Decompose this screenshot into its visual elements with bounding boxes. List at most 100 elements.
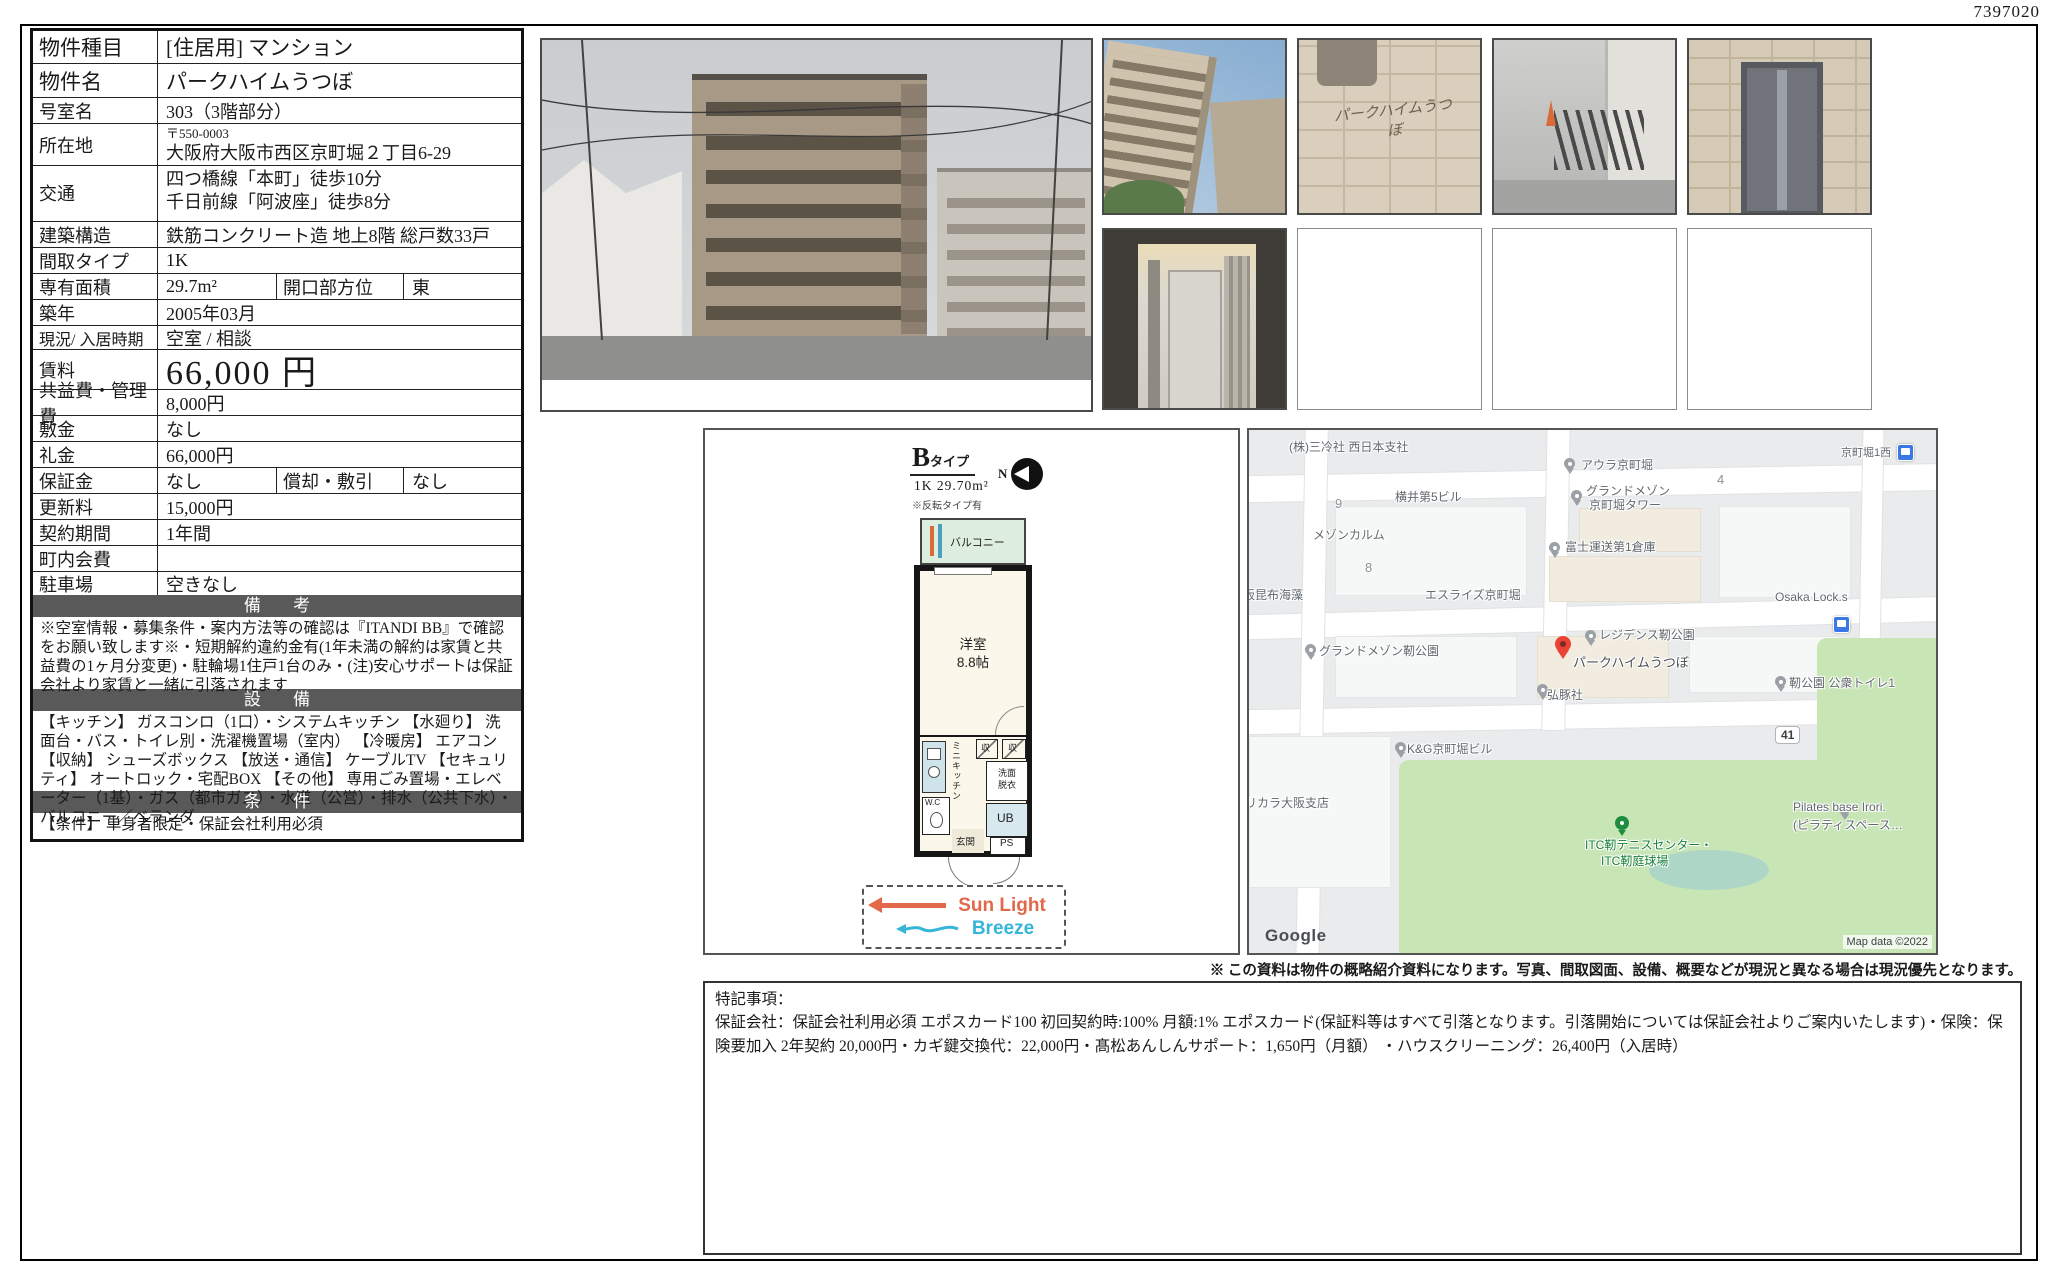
equipment-text: 【キッチン】 ガスコンロ（1口）・システムキッチン 【水廻り】 洗面台・バス・ト… [33,711,521,791]
closet-label: 収 [1008,741,1017,754]
row-label: 号室名 [33,98,158,123]
sunlight-breeze-legend: Sun Light Breeze [862,885,1066,949]
row-label: 敷金 [33,416,158,441]
row-value: 29.7m² [158,274,276,299]
map-block-number: 8 [1365,560,1372,575]
row-value: なし [158,468,276,493]
map-label: レジデンス靭公園 [1599,626,1695,643]
map-label: (株)三冷社 西日本支社 [1289,438,1408,455]
route-badge-41: 41 [1775,726,1800,744]
kitchen-label: ミニキッチン [950,741,963,803]
washroom-label-line2: 脱衣 [987,778,1027,791]
table-row: 共益費・管理費8,000円 [33,389,521,415]
photo-elevator [1102,228,1287,410]
row-label: 契約期間 [33,520,158,545]
table-row: 建築構造鉄筋コンクリート造 地上8階 総戸数33戸 [33,221,521,247]
wc-label: W.C [925,798,940,807]
row-value: 1年間 [158,520,521,545]
table-row: 所在地 〒550-0003 大阪府大阪市西区京町堀２丁目6-29 [33,123,521,165]
row-value: 鉄筋コンクリート造 地上8階 総戸数33戸 [158,222,521,247]
row-value: 15,000円 [158,494,521,519]
map-park-utsubo [1817,638,1938,778]
map-label: (ピラティスペース… [1793,816,1903,833]
photo-letterbox [542,380,1093,412]
floorplan-balcony: バルコニー [920,518,1026,565]
map-block-number: 4 [1717,472,1724,487]
compass-icon [1011,458,1043,490]
row-value [158,546,521,571]
photo-placeholder-empty [1297,228,1482,410]
map-building-block [1335,506,1527,596]
map-label: 弘豚社 [1547,686,1583,703]
room-label-line1: 洋室 [920,633,1026,653]
row-label: 交通 [33,166,158,221]
row-label: 間取タイプ [33,248,158,273]
map-block-number: 9 [1335,496,1342,511]
special-notes-title: 特記事項： [715,988,2010,1011]
map-label: K&G京町堀ビル [1407,740,1492,757]
row-label: 所在地 [33,124,158,165]
map-label: 京町堀1西 [1841,444,1891,460]
floorplan-spec: 1K 29.70m² [910,476,1070,494]
row-label: 共益費・管理費 [33,390,158,415]
table-row: 交通 四つ橋線「本町」徒歩10分 千日前線「阿波座」徒歩8分 [33,165,521,221]
special-notes-box: 特記事項： 保証会社：保証会社利用必須 エポスカード100 初回契約時:100%… [703,981,2022,1255]
row-label: 物件種目 [33,31,158,63]
remarks-text: ※空室情報・募集条件・案内方法等の確認は『ITANDI BB』で確認をお願い致し… [33,617,521,689]
photo-power-lines [542,40,1093,340]
postal-code: 〒550-0003 [166,126,513,142]
breeze-wave-icon [894,922,960,936]
pipe-space-label: PS [1000,838,1013,849]
floorplan-main-room: 洋室 8.8帖 [914,565,1032,741]
row-label: 築年 [33,300,158,325]
photo-placeholder-empty [1687,228,1872,410]
map-data-attribution: Map data ©2022 [1843,935,1933,949]
map-label: Osaka Lock.s [1775,590,1848,604]
row-value: 66,000円 [158,442,521,467]
photo-name-plaque: パークハイムうつぼ [1297,38,1482,215]
location-map: (株)三冷社 西日本支社 アウラ京町堀 京町堀1西 9 横井第5ビル グランドメ… [1247,428,1938,955]
map-label-park-poi: ITC靭庭球場 [1601,852,1668,869]
map-label: 横井第5ビル [1395,488,1462,505]
row-value: [住居用] マンション [158,31,521,63]
map-pin-icon [1571,490,1582,501]
door-swing-arc [993,857,1020,884]
map-label-property: パークハイムうつぼ [1573,652,1689,671]
balcony-label: バルコニー [950,534,1005,550]
row-value: 2005年03月 [158,300,521,325]
table-row: 物件種目[住居用] マンション [33,31,521,63]
table-row: 町内会費 [33,545,521,571]
row-label: 専有面積 [33,274,158,299]
map-label: 靭公園 公衆トイレ1 [1789,674,1895,691]
row-label: 町内会費 [33,546,158,571]
closet-label: 収 [981,741,990,754]
property-detail-table: 物件種目[住居用] マンション 物件名パークハイムうつぼ 号室名303（3階部分… [30,28,524,842]
photo-street [542,336,1093,380]
map-pin-icon [1564,458,1575,469]
map-label: メゾンカルム [1313,526,1385,543]
access-line-1: 四つ橋線「本町」徒歩10分 [166,168,513,191]
breeze-label: Breeze [972,918,1034,940]
photo-building-exterior-main [540,38,1093,412]
table-row: 更新料15,000円 [33,493,521,519]
sunlight-arrow-icon [882,903,946,908]
map-pin-park-green [1615,816,1629,830]
map-pin-icon [1549,542,1560,553]
floorplan-type-suffix: タイプ [930,454,969,469]
floor-plan-panel: Bタイプ 1K 29.70m² ※反転タイプ有 N バルコニー 洋室 8.8帖 … [703,428,1240,955]
access-line-2: 千日前線「阿波座」徒歩8分 [166,191,513,214]
row-value: 空きなし [158,572,521,595]
property-listing-sheet: { "doc": { "number": "7397020" }, "prope… [0,0,2056,1265]
map-label: アウラ京町堀 [1581,456,1653,473]
conditions-text: 【条件】 単身者限定・保証会社利用必須 [33,813,521,839]
compass-north-label: N [998,466,1007,482]
row-value: 1K [158,248,521,273]
table-row: 専有面積 29.7m² 開口部方位 東 [33,273,521,299]
row-value-2: 東 [404,274,521,299]
entrance-label: 玄関 [956,834,975,848]
row-label-2: 償却・敷引 [276,468,404,493]
map-building-block [1719,506,1851,598]
map-pin-icon [1775,676,1786,687]
table-row: 敷金なし [33,415,521,441]
photo-bicycle-parking-street [1492,38,1677,215]
